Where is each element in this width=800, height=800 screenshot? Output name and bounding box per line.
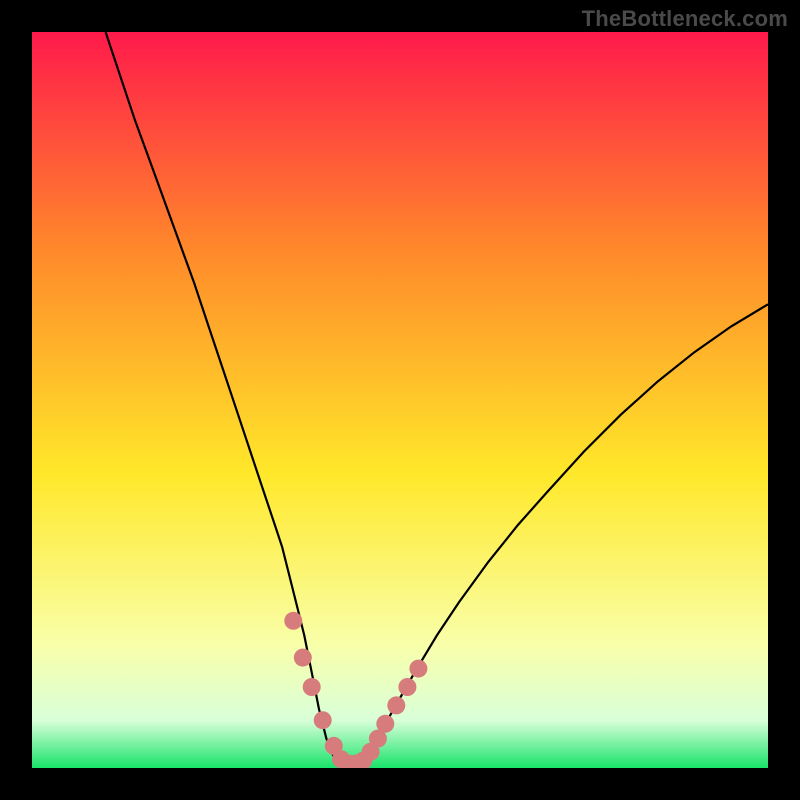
marker-dot [398,678,416,696]
chart-frame: TheBottleneck.com [0,0,800,800]
marker-dot [284,612,302,630]
marker-dot [387,696,405,714]
plot-svg [32,32,768,768]
marker-dot [294,649,312,667]
bottleneck-plot [32,32,768,768]
marker-dot [376,715,394,733]
marker-dot [314,711,332,729]
watermark-label: TheBottleneck.com [582,6,788,32]
marker-dot [409,660,427,678]
marker-dot [303,678,321,696]
